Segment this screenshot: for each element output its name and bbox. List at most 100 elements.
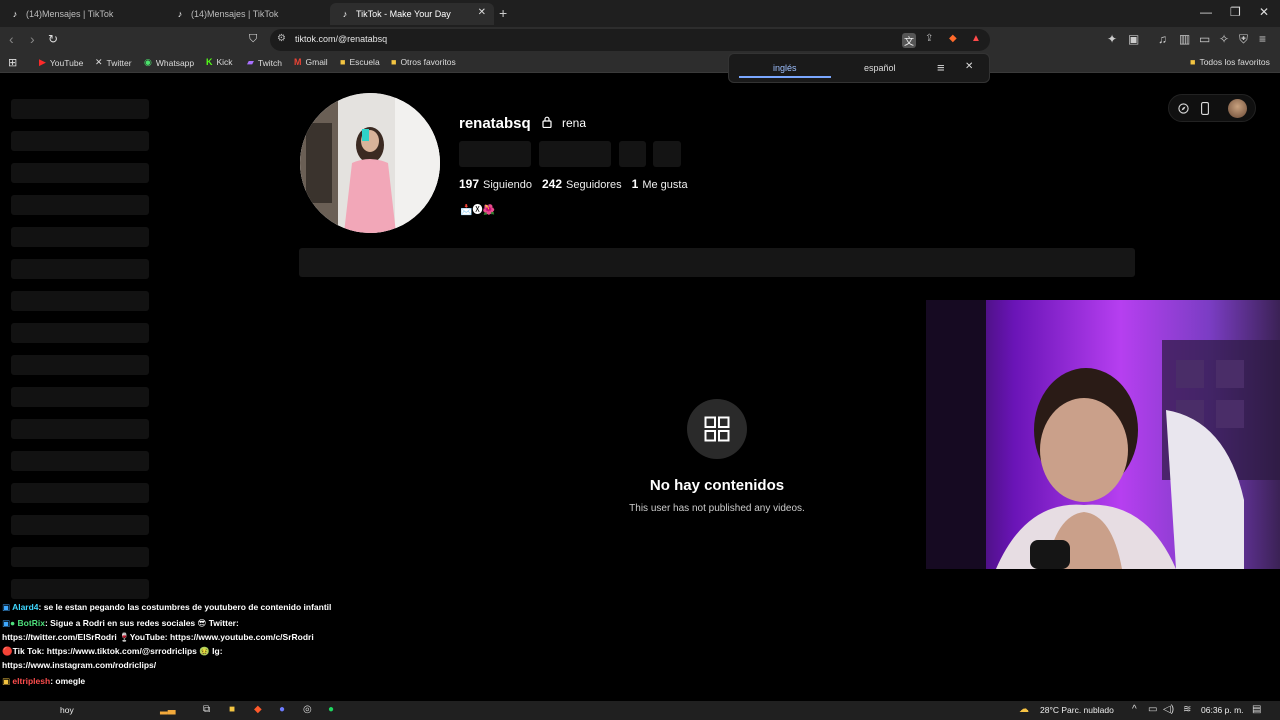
sidebar-icon[interactable]: ▥: [1179, 32, 1190, 46]
bookmark-icon[interactable]: ⛉: [249, 33, 257, 46]
file-explorer-icon[interactable]: ■: [229, 704, 235, 715]
profile-bio: 📩🅧🌺: [460, 205, 495, 216]
apps-grid-icon[interactable]: ⊞: [8, 56, 17, 69]
brave-rewards-icon[interactable]: ▲: [971, 33, 981, 44]
skeleton-item: [11, 195, 149, 215]
skeleton-item: [11, 387, 149, 407]
tab-strip: ♪ (14)Mensajes | TikTok ♪ (14)Mensajes |…: [0, 0, 1280, 27]
leo-ai-icon[interactable]: ✧: [1219, 32, 1229, 46]
close-window-button[interactable]: ✕: [1259, 5, 1269, 19]
tab-title: (14)Mensajes | TikTok: [26, 9, 114, 19]
following-stat[interactable]: 197 Siguiendo: [459, 177, 532, 191]
clock-text[interactable]: 06:36 p. m.: [1201, 705, 1244, 715]
skeleton-item: [11, 451, 149, 471]
translate-menu-icon[interactable]: ≡: [937, 60, 945, 75]
vpn-icon[interactable]: ⛨: [1239, 32, 1248, 47]
notifications-icon[interactable]: ▤: [1252, 704, 1261, 715]
wallet-icon[interactable]: ▭: [1199, 32, 1210, 46]
badge-icon: ▣: [2, 602, 11, 612]
tiktok-icon: ♪: [342, 9, 348, 19]
tab-mensajes-2[interactable]: ♪ (14)Mensajes | TikTok: [165, 3, 330, 25]
forward-button[interactable]: ›: [30, 31, 35, 47]
avatar-photo: [300, 93, 440, 233]
bookmark-folder-otros[interactable]: ■ Otros favoritos: [391, 57, 456, 67]
network-icon[interactable]: ▭: [1148, 704, 1157, 715]
empty-grid-icon: [687, 399, 747, 459]
bookmark-folder-all[interactable]: ■ Todos los favoritos: [1190, 57, 1270, 67]
chat-message-partial: hoy: [60, 705, 74, 715]
show-hidden-icons[interactable]: ^: [1132, 704, 1137, 715]
translate-source-tab[interactable]: inglés: [773, 63, 797, 73]
windows-taskbar: hoy ▂▃ ⧉ ■ ◆ ● ◎ ● ☁ 28°C Parc. nublado …: [0, 701, 1280, 720]
chat-username: Alard4: [12, 602, 39, 612]
skeleton-item: [11, 419, 149, 439]
profile-nickname: rena: [562, 116, 587, 130]
extensions-icon[interactable]: ✦: [1107, 32, 1117, 46]
youtube-icon: ▶: [39, 57, 46, 67]
message-button-skeleton: [539, 141, 611, 167]
translate-icon[interactable]: 文: [902, 33, 916, 48]
whatsapp-icon: ◉: [144, 57, 152, 67]
wifi-icon[interactable]: ≋: [1183, 704, 1191, 715]
new-tab-button[interactable]: +: [499, 5, 507, 21]
url-text[interactable]: tiktok.com/@renatabsq: [295, 34, 387, 44]
follow-button-skeleton: [459, 141, 531, 167]
bookmark-folder-escuela[interactable]: ■ Escuela: [340, 57, 380, 67]
tiktok-icon: ♪: [12, 9, 18, 19]
weather-text[interactable]: 28°C Parc. nublado: [1040, 705, 1114, 715]
chat-username: eltriplesh: [12, 676, 51, 686]
bookmark-twitch[interactable]: ▰ Twitch: [247, 57, 282, 68]
volume-icon[interactable]: ◁): [1163, 704, 1174, 715]
chat-message: ▣ Alard4: se le estan pegando las costum…: [2, 600, 332, 614]
bookmark-kick[interactable]: K Kick: [206, 57, 233, 67]
close-icon[interactable]: ✕: [965, 61, 973, 72]
empty-state-subtitle: This user has not published any videos.: [629, 503, 805, 514]
chat-username: BotRix: [17, 618, 45, 628]
reading-icon[interactable]: ▣: [1128, 32, 1139, 46]
user-avatar[interactable]: [1228, 99, 1247, 118]
bookmark-youtube[interactable]: ▶ YouTube: [39, 57, 83, 68]
back-button[interactable]: ‹: [9, 31, 14, 47]
mobile-icon[interactable]: [1201, 102, 1209, 115]
translate-popup: inglés español ≡ ✕: [728, 53, 990, 83]
menu-icon[interactable]: ≡: [1259, 32, 1266, 46]
reload-button[interactable]: ↻: [48, 32, 58, 46]
badge-icon: ▣: [2, 618, 11, 628]
skeleton-item: [11, 483, 149, 503]
chat-text: : se le estan pegando las costumbres de …: [38, 602, 332, 612]
tab-mensajes-1[interactable]: ♪ (14)Mensajes | TikTok: [0, 3, 165, 25]
translate-target-tab[interactable]: español: [864, 63, 896, 73]
close-tab-icon[interactable]: ✕: [478, 7, 486, 18]
bookmark-twitter[interactable]: ✕ Twitter: [95, 57, 132, 68]
bookmark-gmail[interactable]: M Gmail: [294, 57, 328, 67]
bookmarks-bar: ⊞ ▶ YouTube ✕ Twitter ◉ Whatsapp K Kick ▰ Twi…: [0, 53, 1280, 73]
skeleton-item: [11, 515, 149, 535]
site-info-icon[interactable]: ⚙: [277, 33, 286, 44]
minimize-button[interactable]: —: [1200, 5, 1212, 19]
x-icon: ✕: [95, 57, 103, 67]
profile-avatar[interactable]: [300, 93, 440, 233]
discord-icon[interactable]: ●: [279, 704, 285, 715]
stream-chat-overlay: ▣ Alard4: se le estan pegando las costum…: [2, 600, 332, 688]
task-view-icon[interactable]: ⧉: [203, 704, 210, 715]
share-icon[interactable]: ⇪: [925, 33, 933, 44]
skeleton-item: [11, 163, 149, 183]
maximize-button[interactable]: ❐: [1230, 5, 1241, 19]
taskbar-widget-icon[interactable]: ▂▃: [160, 704, 175, 715]
webcam-overlay: [926, 300, 1280, 569]
lock-icon: [542, 116, 552, 128]
music-icon[interactable]: ♫: [1158, 32, 1167, 46]
skeleton-item: [11, 259, 149, 279]
address-bar[interactable]: ⚙ tiktok.com/@renatabsq 文 ⇪ ◆ ▲: [270, 29, 990, 51]
skeleton-item: [11, 291, 149, 311]
skeleton-item: [11, 131, 149, 151]
brave-shields-icon[interactable]: ◆: [949, 33, 957, 44]
brave-browser-icon[interactable]: ◆: [254, 704, 262, 715]
followers-stat[interactable]: 242 Seguidores: [542, 177, 622, 191]
folder-icon: ■: [1190, 57, 1196, 67]
spotify-icon[interactable]: ●: [328, 704, 334, 715]
bookmark-whatsapp[interactable]: ◉ Whatsapp: [144, 57, 194, 68]
obs-icon[interactable]: ◎: [303, 704, 312, 715]
tab-tiktok-profile[interactable]: ♪ TikTok - Make Your Day ✕: [330, 3, 494, 25]
compass-icon[interactable]: [1178, 103, 1189, 114]
